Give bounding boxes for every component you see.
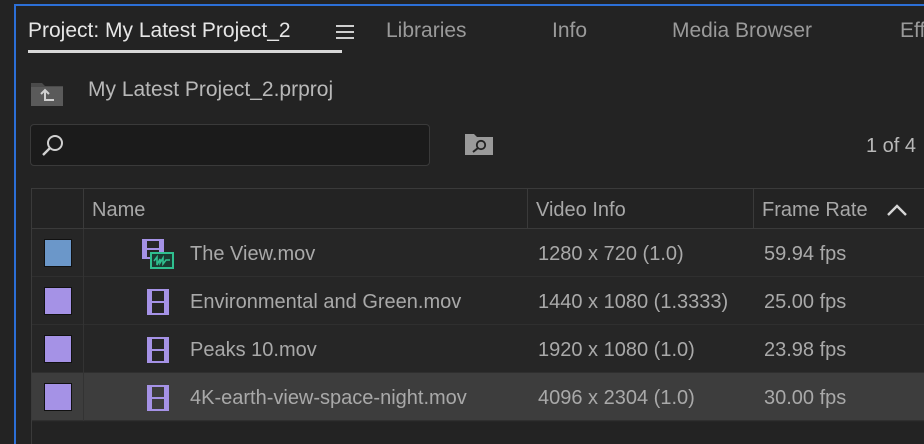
tab-effects[interactable]: Eff (900, 19, 924, 43)
search-box[interactable] (30, 124, 430, 166)
project-file-name: My Latest Project_2.prproj (88, 78, 334, 101)
project-items-table: Name Video Info Frame Rate The View.mov … (31, 188, 924, 444)
clip-name[interactable]: The View.mov (190, 229, 315, 277)
sort-ascending-icon[interactable] (886, 203, 908, 217)
find-bin-icon[interactable] (464, 132, 494, 156)
video-clip-icon (147, 337, 169, 363)
label-color-swatch[interactable] (44, 383, 72, 411)
label-color-swatch[interactable] (44, 335, 72, 363)
clip-video-info: 1280 x 720 (1.0) (538, 243, 684, 265)
table-row-selected[interactable]: 4K-earth-view-space-night.mov 4096 x 230… (32, 373, 924, 421)
column-header-name[interactable]: Name (92, 189, 145, 229)
clip-frame-rate: 23.98 fps (764, 339, 847, 361)
search-icon (42, 135, 63, 156)
table-row[interactable]: The View.mov 1280 x 720 (1.0) 59.94 fps (32, 229, 924, 277)
row-label-divider (83, 277, 84, 325)
row-label-divider (83, 229, 84, 277)
clip-frame-rate: 30.00 fps (764, 387, 847, 409)
tab-media-browser[interactable]: Media Browser (672, 19, 812, 43)
tab-info[interactable]: Info (552, 19, 587, 43)
clip-name[interactable]: Environmental and Green.mov (190, 277, 461, 325)
column-divider[interactable] (753, 189, 754, 229)
clip-video-info: 1920 x 1080 (1.0) (538, 339, 695, 361)
clip-frame-rate: 25.00 fps (764, 291, 847, 313)
row-label-divider (83, 325, 84, 373)
search-input[interactable] (75, 125, 425, 165)
column-header-video-info[interactable]: Video Info (536, 189, 626, 229)
table-empty-area (32, 422, 924, 444)
label-color-swatch[interactable] (44, 287, 72, 315)
column-header-frame-rate[interactable]: Frame Rate (762, 189, 868, 229)
video-clip-icon (147, 289, 169, 315)
clip-name[interactable]: Peaks 10.mov (190, 325, 317, 373)
clip-video-info: 4096 x 2304 (1.0) (538, 387, 695, 409)
folder-up-icon[interactable] (30, 81, 64, 107)
table-header: Name Video Info Frame Rate (32, 189, 924, 229)
tab-project[interactable]: Project: My Latest Project_2 (28, 19, 291, 43)
clip-frame-rate: 59.94 fps (764, 243, 847, 265)
column-divider[interactable] (83, 189, 84, 229)
label-color-swatch[interactable] (44, 239, 72, 267)
active-tab-underline (28, 50, 342, 53)
clip-name[interactable]: 4K-earth-view-space-night.mov (190, 373, 467, 421)
table-row[interactable]: Peaks 10.mov 1920 x 1080 (1.0) 23.98 fps (32, 325, 924, 373)
column-divider[interactable] (527, 189, 528, 229)
video-clip-icon (147, 385, 169, 411)
panel-menu-icon[interactable] (336, 25, 354, 39)
project-panel: Project: My Latest Project_2 Libraries I… (0, 0, 924, 444)
tab-libraries[interactable]: Libraries (386, 19, 467, 43)
panel-focus-border-left (14, 4, 16, 444)
table-row[interactable]: Environmental and Green.mov 1440 x 1080 … (32, 277, 924, 325)
video-audio-clip-icon (142, 239, 174, 269)
clip-video-info: 1440 x 1080 (1.3333) (538, 291, 729, 313)
item-count: 1 of 4 (865, 135, 916, 157)
row-label-divider (83, 373, 84, 421)
